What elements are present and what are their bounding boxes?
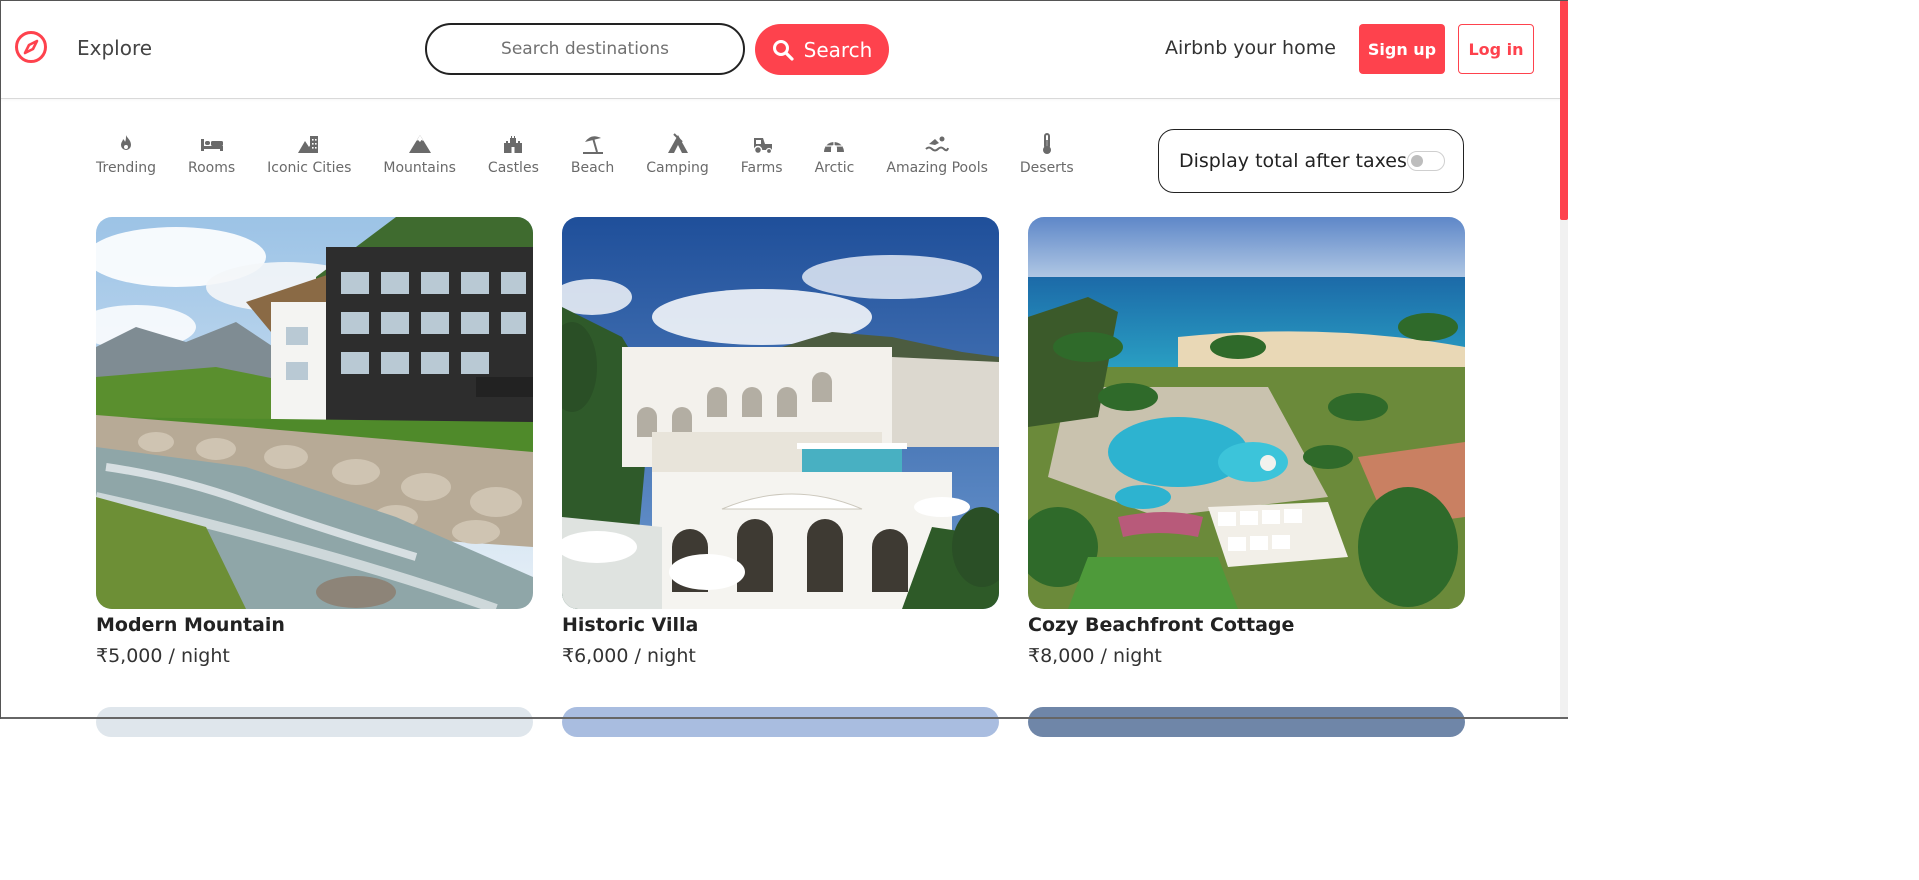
- window-bottom-edge: [0, 717, 1568, 719]
- listing-price: ₹8,000 / night: [1028, 645, 1162, 667]
- mountain-icon: [408, 135, 431, 153]
- filter-label: Iconic Cities: [267, 160, 352, 176]
- thermometer-icon: [1042, 133, 1051, 154]
- filter-label: Camping: [646, 160, 709, 176]
- filter-label: Rooms: [187, 160, 236, 176]
- search-input[interactable]: [425, 23, 745, 75]
- listing-card[interactable]: Modern Mountain ₹5,000 / night: [96, 217, 533, 667]
- filter-label: Beach: [570, 160, 615, 176]
- city-icon: [298, 136, 319, 153]
- filter-rooms[interactable]: Rooms: [172, 130, 251, 186]
- category-filters: Trending Rooms Iconic Cities Mountains C…: [80, 130, 1090, 186]
- filter-label: Farms: [740, 160, 783, 176]
- filter-label: Mountains: [383, 160, 456, 176]
- filter-mountains[interactable]: Mountains: [367, 130, 472, 186]
- listing-photo-peek: [1028, 707, 1465, 737]
- filter-label: Arctic: [814, 160, 855, 176]
- filter-arctic[interactable]: Arctic: [799, 130, 871, 186]
- filter-label: Castles: [487, 160, 539, 176]
- listing-photo-peek: [562, 707, 999, 737]
- filter-beach[interactable]: Beach: [555, 130, 630, 186]
- filter-camping[interactable]: Camping: [630, 130, 725, 186]
- tax-toggle-label: Display total after taxes: [1179, 150, 1407, 172]
- airbnb-your-home-link[interactable]: Airbnb your home: [1165, 37, 1336, 59]
- fire-icon: [120, 135, 131, 150]
- scrollbar[interactable]: [1560, 0, 1568, 719]
- swimmer-icon: [925, 136, 950, 152]
- filter-amazing-pools[interactable]: Amazing Pools: [870, 130, 1004, 186]
- igloo-icon: [824, 142, 845, 152]
- scrollbar-thumb[interactable]: [1560, 0, 1568, 220]
- filter-farms[interactable]: Farms: [725, 130, 799, 186]
- search-button-label: Search: [803, 37, 873, 62]
- filter-castles[interactable]: Castles: [472, 130, 555, 186]
- explore-link[interactable]: Explore: [77, 36, 152, 60]
- tax-toggle-box: Display total after taxes: [1158, 129, 1464, 193]
- listing-photo-cozy-beachfront-cottage[interactable]: [1028, 217, 1465, 609]
- campground-icon: [667, 133, 688, 153]
- filter-iconic-cities[interactable]: Iconic Cities: [251, 130, 367, 186]
- tractor-icon: [753, 138, 772, 155]
- navbar: Explore Search Airbnb your home Sign up …: [0, 0, 1568, 99]
- filter-label: Deserts: [1019, 160, 1074, 176]
- listing-photo-peek: [96, 707, 533, 737]
- listing-title: Cozy Beachfront Cottage: [1028, 614, 1295, 636]
- listing-title: Historic Villa: [562, 614, 699, 636]
- search-icon: [772, 39, 794, 61]
- compass-icon[interactable]: [14, 30, 48, 64]
- listing-card[interactable]: Cozy Beachfront Cottage ₹8,000 / night: [1028, 217, 1465, 667]
- filter-label: Trending: [96, 160, 156, 176]
- filter-label: Amazing Pools: [886, 160, 988, 176]
- filter-trending[interactable]: Trending: [80, 130, 172, 186]
- listing-card[interactable]: Historic Villa ₹6,000 / night: [562, 217, 999, 667]
- castle-icon: [504, 136, 523, 153]
- search-button[interactable]: Search: [755, 24, 889, 75]
- signup-button[interactable]: Sign up: [1359, 24, 1445, 74]
- listing-title: Modern Mountain: [96, 614, 285, 636]
- tax-toggle-switch[interactable]: [1407, 151, 1445, 171]
- switch-knob: [1411, 155, 1423, 167]
- listing-photo-historic-villa[interactable]: [562, 217, 999, 609]
- umbrella-beach-icon: [582, 136, 603, 154]
- filter-deserts[interactable]: Deserts: [1004, 130, 1090, 186]
- listing-price: ₹6,000 / night: [562, 645, 696, 667]
- listing-photo-modern-mountain[interactable]: [96, 217, 533, 609]
- bed-icon: [200, 139, 223, 151]
- login-button[interactable]: Log in: [1458, 24, 1534, 74]
- listing-price: ₹5,000 / night: [96, 645, 230, 667]
